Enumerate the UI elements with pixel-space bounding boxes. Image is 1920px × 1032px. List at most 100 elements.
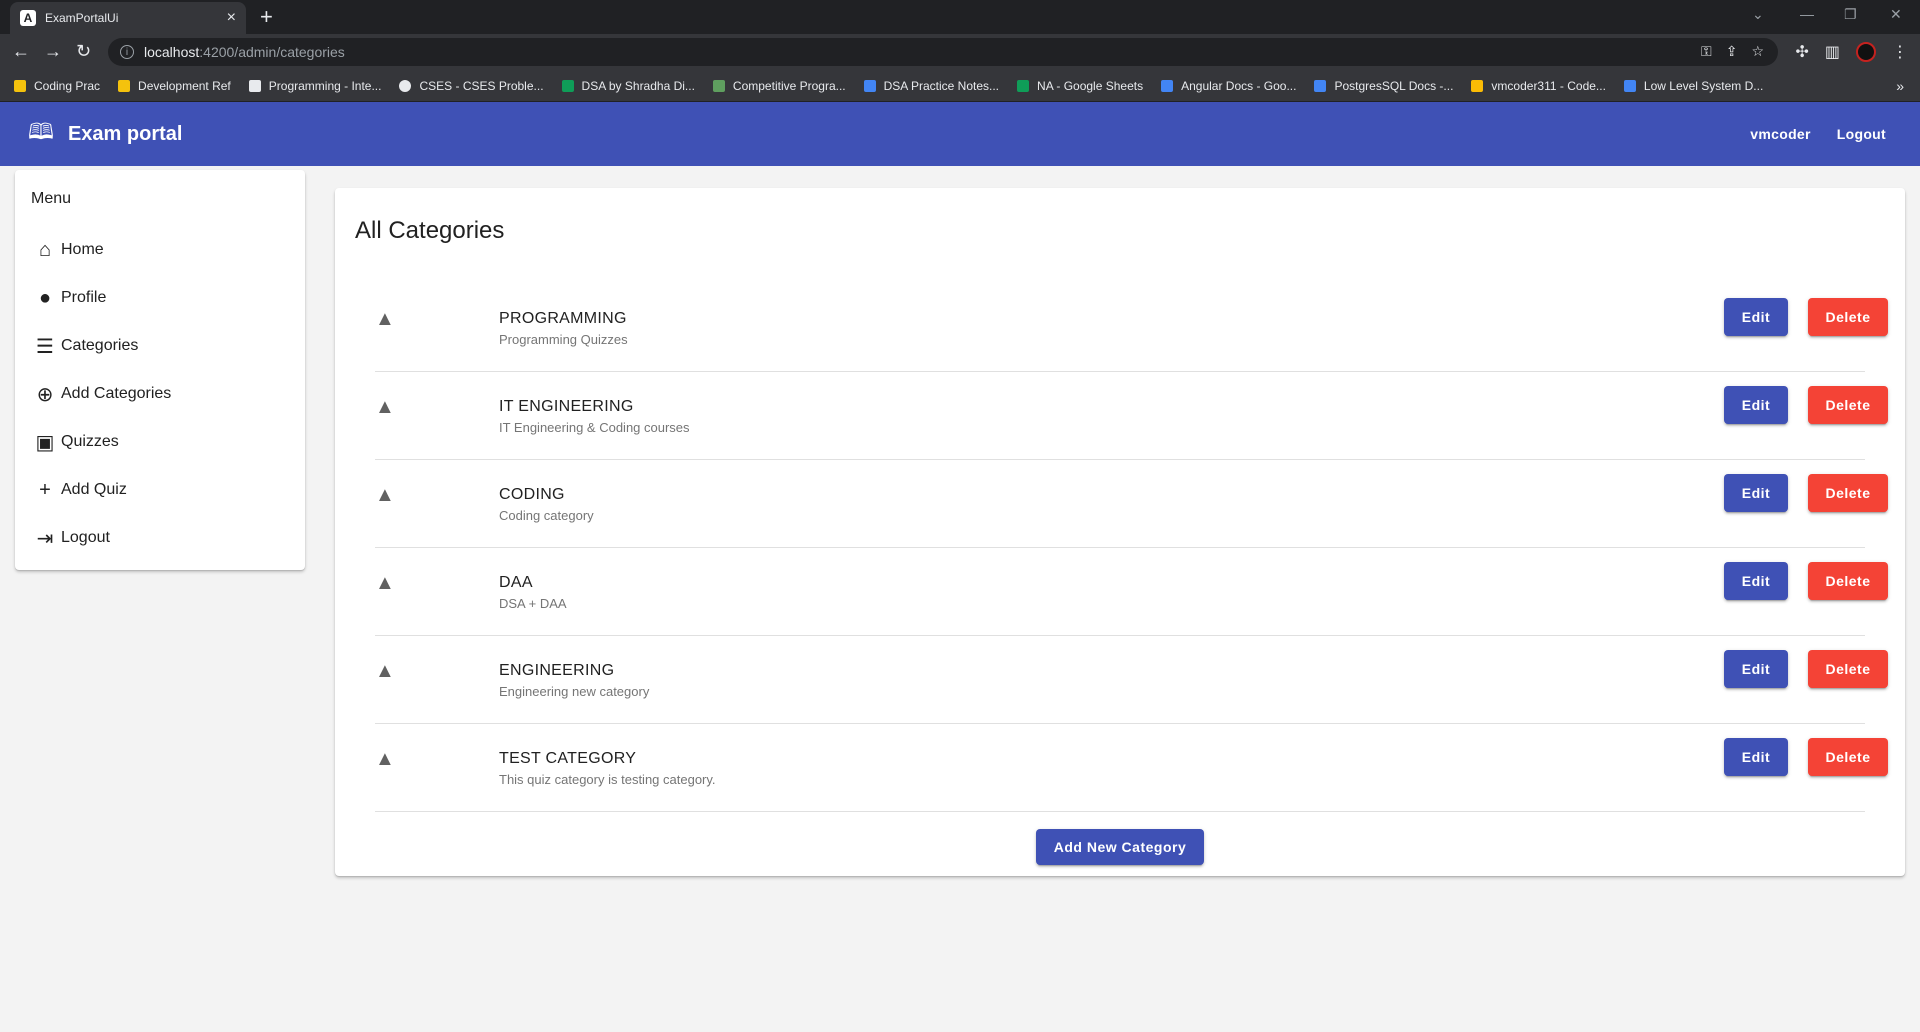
- sidebar-item-logout[interactable]: ⇥ Logout: [15, 514, 305, 562]
- category-description: DSA + DAA: [499, 596, 567, 611]
- logout-icon: ⇥: [36, 527, 54, 550]
- bookmark-docs-icon: [1623, 79, 1636, 92]
- bookmark-item[interactable]: DSA Practice Notes...: [863, 78, 1000, 93]
- bookmark-item[interactable]: Angular Docs - Goo...: [1161, 79, 1296, 93]
- sidebar-item-quizzes[interactable]: ▣ Quizzes: [15, 418, 305, 466]
- extensions-icon[interactable]: ✣: [1795, 42, 1808, 62]
- forward-icon[interactable]: →: [44, 41, 62, 62]
- reload-icon[interactable]: ↻: [76, 41, 91, 62]
- bookmark-label: DSA by Shradha Di...: [581, 78, 695, 93]
- side-panel-icon[interactable]: ▥: [1825, 42, 1840, 62]
- bookmark-item[interactable]: Coding Prac: [14, 79, 100, 93]
- key-icon[interactable]: ⚿: [1701, 43, 1712, 60]
- sidebar-item-add-categories[interactable]: ⊕ Add Categories: [15, 370, 305, 418]
- sidebar-item-label: Categories: [61, 337, 139, 354]
- sidebar-item-label: Quizzes: [61, 433, 119, 450]
- back-icon[interactable]: ←: [12, 41, 30, 62]
- bookmark-item[interactable]: PostgresSQL Docs -...: [1314, 79, 1453, 93]
- bookmark-item[interactable]: vmcoder311 - Code...: [1471, 79, 1606, 93]
- bookmark-star-icon[interactable]: ☆: [1751, 43, 1764, 60]
- bookmarks-overflow-icon[interactable]: »: [1896, 78, 1904, 94]
- delete-button[interactable]: Delete: [1808, 474, 1888, 512]
- add-new-category-button[interactable]: Add New Category: [1036, 829, 1204, 865]
- sidebar-item-categories[interactable]: ☰ Categories: [15, 322, 305, 370]
- sidebar-item-label: Add Quiz: [61, 481, 127, 498]
- delete-button[interactable]: Delete: [1808, 386, 1888, 424]
- bookmark-label: Competitive Progra...: [732, 78, 846, 93]
- bookmark-item[interactable]: Competitive Progra...: [712, 78, 846, 93]
- bookmarks-bar: Coding Prac Development Ref Programming …: [0, 70, 1920, 102]
- user-link[interactable]: vmcoder: [1750, 126, 1810, 142]
- bookmark-item[interactable]: DSA by Shradha Di...: [561, 78, 695, 93]
- brand-title[interactable]: Exam portal: [68, 123, 182, 146]
- bookmark-chart-icon: [1471, 79, 1484, 92]
- list-item: ▲ IT ENGINEERING IT Engineering & Coding…: [375, 372, 1888, 460]
- bookmark-label: NA - Google Sheets: [1037, 78, 1144, 93]
- category-icon: ▲: [375, 748, 395, 770]
- category-icon: ▲: [375, 660, 395, 682]
- browser-tab[interactable]: A ExamPortalUi ×: [10, 2, 246, 34]
- home-icon: ⌂: [38, 238, 52, 261]
- category-icon: ▲: [375, 484, 395, 506]
- url-host: localhost: [144, 44, 200, 60]
- edit-button[interactable]: Edit: [1724, 738, 1788, 776]
- bookmark-site-icon: [712, 79, 725, 92]
- categories-card: All Categories ▲ PROGRAMMING Programming…: [335, 188, 1905, 876]
- sidebar-item-label: Logout: [61, 529, 110, 546]
- category-icon: ▲: [375, 396, 395, 418]
- category-name: IT ENGINEERING: [499, 398, 634, 415]
- bookmark-label: Angular Docs - Goo...: [1181, 78, 1297, 93]
- edit-button[interactable]: Edit: [1724, 650, 1788, 688]
- profile-avatar[interactable]: [1856, 42, 1876, 62]
- add-circle-icon: ⊕: [36, 383, 54, 406]
- category-name: TEST CATEGORY: [499, 750, 637, 767]
- bookmark-item[interactable]: Low Level System D...: [1623, 79, 1763, 93]
- tab-search-icon[interactable]: ⌄: [1752, 6, 1764, 23]
- bookmark-label: Development Ref: [138, 78, 231, 93]
- edit-button[interactable]: Edit: [1724, 298, 1788, 336]
- sidebar-item-add-quiz[interactable]: + Add Quiz: [15, 466, 305, 514]
- new-tab-icon[interactable]: +: [260, 4, 273, 30]
- sidebar-item-home[interactable]: ⌂ Home: [15, 226, 305, 274]
- edit-button[interactable]: Edit: [1724, 386, 1788, 424]
- bookmark-item[interactable]: CSES - CSES Proble...: [399, 79, 544, 93]
- list-item: ▲ DAA DSA + DAA Edit Delete: [375, 548, 1888, 636]
- edit-button[interactable]: Edit: [1724, 562, 1788, 600]
- minimize-icon[interactable]: —: [1800, 6, 1814, 22]
- category-name: ENGINEERING: [499, 662, 615, 679]
- edit-button[interactable]: Edit: [1724, 474, 1788, 512]
- app-navbar: 🕮 Exam portal vmcoder Logout: [0, 102, 1920, 166]
- delete-button[interactable]: Delete: [1808, 738, 1888, 776]
- logout-link[interactable]: Logout: [1837, 126, 1886, 142]
- address-bar[interactable]: i localhost:4200/admin/categories ⚿ ⇪ ☆: [108, 38, 1778, 66]
- browser-toolbar: ← → ↻ i localhost:4200/admin/categories …: [0, 34, 1920, 70]
- delete-button[interactable]: Delete: [1808, 562, 1888, 600]
- delete-button[interactable]: Delete: [1808, 298, 1888, 336]
- browser-menu-icon[interactable]: ⋮: [1892, 42, 1908, 62]
- close-window-icon[interactable]: ✕: [1890, 6, 1902, 23]
- bookmark-item[interactable]: Development Ref: [118, 79, 231, 93]
- category-icon: ▲: [375, 308, 395, 330]
- bookmark-item[interactable]: Programming - Inte...: [248, 79, 381, 93]
- categories-list: ▲ PROGRAMMING Programming Quizzes Edit D…: [375, 284, 1888, 812]
- category-description: Programming Quizzes: [499, 332, 628, 347]
- bookmark-docs-icon: [863, 79, 876, 92]
- sidebar: Menu ⌂ Home ● Profile ☰ Categories ⊕ Add…: [15, 170, 305, 570]
- bookmark-docs-icon: [1161, 79, 1174, 92]
- menu-book-icon: 🕮: [28, 119, 54, 144]
- restore-icon[interactable]: ❐: [1844, 6, 1857, 23]
- delete-button[interactable]: Delete: [1808, 650, 1888, 688]
- share-icon[interactable]: ⇪: [1726, 43, 1738, 60]
- bookmark-item[interactable]: NA - Google Sheets: [1017, 79, 1143, 93]
- sidebar-item-profile[interactable]: ● Profile: [15, 274, 305, 322]
- bookmark-docs-icon: [1314, 79, 1327, 92]
- page-title: All Categories: [355, 217, 505, 244]
- list-item: ▲ ENGINEERING Engineering new category E…: [375, 636, 1888, 724]
- category-description: Coding category: [499, 508, 594, 523]
- site-info-icon[interactable]: i: [120, 45, 134, 59]
- quiz-icon: ▣: [35, 431, 55, 454]
- close-tab-icon[interactable]: ×: [227, 9, 236, 27]
- category-description: This quiz category is testing category.: [499, 772, 716, 787]
- bookmark-sheets-icon: [561, 79, 574, 92]
- bookmark-label: DSA Practice Notes...: [883, 78, 1000, 93]
